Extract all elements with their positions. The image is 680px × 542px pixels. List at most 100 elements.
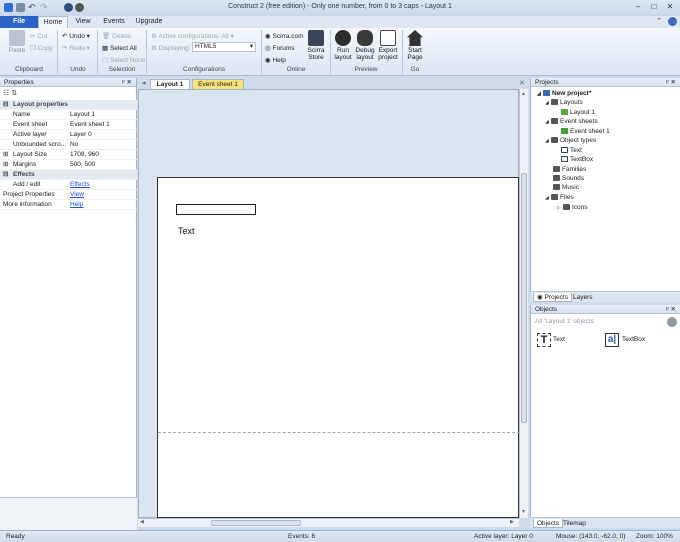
- debug-layout-button[interactable]: Debug layout: [354, 30, 376, 61]
- help-link[interactable]: Help: [70, 200, 83, 210]
- status-mouse: Mouse: (143.0, -62.0, 0): [556, 533, 626, 540]
- redo-button[interactable]: ↷ Redo ▾: [62, 44, 90, 52]
- prop-row-project-properties: Project Properties View: [0, 190, 137, 200]
- status-ready: Ready: [6, 533, 25, 540]
- event-sheet-icon: [561, 128, 568, 135]
- status-bar: Ready Events: 6 Active layer: Layer 0 Mo…: [0, 530, 680, 542]
- prop-row-active-layer[interactable]: Active layer Layer 0: [0, 130, 137, 140]
- textbox-object[interactable]: [176, 204, 256, 215]
- tree-icons-folder[interactable]: ▷ Icons: [557, 203, 588, 213]
- tab-layout-1[interactable]: Layout 1: [150, 79, 190, 89]
- prop-row-unbounded-scrolling[interactable]: Unbounded scro... No: [0, 140, 137, 150]
- prop-row-layout-size[interactable]: ⊞ Layout Size 1708, 960: [0, 150, 137, 160]
- tab-file[interactable]: File: [0, 16, 38, 28]
- vertical-scrollbar[interactable]: ▲ ▼: [519, 89, 528, 518]
- close-icon[interactable]: ✕: [664, 2, 676, 12]
- horizontal-scroll-thumb[interactable]: [211, 520, 301, 526]
- maximize-icon[interactable]: □: [648, 2, 660, 12]
- displaying-select[interactable]: HTML5 ▾: [192, 42, 256, 52]
- tree-layout-1[interactable]: Layout 1: [561, 108, 595, 117]
- vertical-scroll-thumb[interactable]: [521, 173, 527, 423]
- effects-section[interactable]: ⊟ Effects: [0, 170, 137, 180]
- ribbon-separator: [57, 30, 58, 74]
- view-link[interactable]: View: [70, 190, 84, 200]
- delete-button[interactable]: 🗑 Delete: [102, 32, 131, 40]
- group-clipboard-label: Clipboard: [15, 66, 43, 73]
- tree-event-sheet-1[interactable]: Event sheet 1: [561, 127, 610, 136]
- effects-link[interactable]: Effects: [70, 180, 90, 190]
- group-selection-label: Selection: [108, 66, 136, 73]
- select-none-button[interactable]: ▢ Select None: [102, 56, 145, 64]
- home-icon: [407, 30, 423, 46]
- start-page-button[interactable]: Start Page: [405, 30, 425, 61]
- ribbon-separator: [261, 30, 262, 74]
- horizontal-scrollbar[interactable]: ◀ ▶: [138, 518, 519, 527]
- tree-files-folder[interactable]: ◢ Files: [545, 193, 574, 203]
- forums-button[interactable]: ◎ Forums: [265, 44, 295, 52]
- layout-properties-section[interactable]: ⊟ Layout properties: [0, 100, 137, 110]
- tree-object-textbox[interactable]: TextBox: [561, 155, 593, 164]
- text-object-icon[interactable]: T: [537, 333, 551, 347]
- tree-sounds-folder[interactable]: Sounds: [553, 174, 584, 183]
- status-events: Events: 6: [288, 533, 316, 540]
- tab-events[interactable]: Events: [98, 16, 130, 28]
- cut-button[interactable]: ✂ Cut: [30, 32, 47, 40]
- tab-scroll-left-icon[interactable]: ◂: [142, 79, 146, 87]
- bug-icon: [357, 30, 373, 46]
- tab-home[interactable]: Home: [38, 16, 68, 28]
- tab-upgrade[interactable]: Upgrade: [132, 16, 166, 28]
- folder-icon: [551, 137, 558, 144]
- active-configurations-dropdown[interactable]: ⚙ Active configurations: All ▾: [151, 32, 234, 40]
- tree-object-text[interactable]: Text: [561, 146, 582, 155]
- properties-header: Properties ᵖ ✕: [0, 78, 136, 87]
- tab-objects[interactable]: Objects: [533, 519, 564, 528]
- tree-music-folder[interactable]: Music: [553, 183, 579, 192]
- prop-row-margins[interactable]: ⊞ Margins 500, 500: [0, 160, 137, 170]
- scirra-link-button[interactable]: ◉ Scirra.com: [265, 32, 304, 40]
- sort-categorized-icon[interactable]: ☷ ⇅: [3, 89, 17, 97]
- text-object[interactable]: Text: [178, 226, 195, 236]
- prop-row-effects: Add / edit Effects: [0, 180, 137, 190]
- tab-event-sheet-1[interactable]: Event sheet 1: [192, 79, 244, 89]
- tree-object-types-folder[interactable]: ◢ Object types: [545, 136, 596, 146]
- group-configurations-label: Configurations: [183, 66, 225, 73]
- select-all-button[interactable]: ▦ Select All: [102, 44, 137, 52]
- textbox-object-icon[interactable]: a|: [605, 333, 619, 347]
- help-round-icon[interactable]: [668, 17, 677, 26]
- prop-row-name[interactable]: Name Layout 1: [0, 110, 137, 120]
- paste-button[interactable]: Paste: [6, 30, 28, 54]
- prop-row-event-sheet[interactable]: Event sheet Event sheet 1: [0, 120, 137, 130]
- filter-clear-icon[interactable]: [667, 317, 677, 327]
- objects-filter-input[interactable]: All 'Layout 1' objects: [533, 317, 655, 327]
- object-item-text[interactable]: Text: [553, 336, 565, 343]
- tree-event-sheets-folder[interactable]: ◢ Event sheets: [545, 117, 598, 127]
- collapse-ribbon-icon[interactable]: ⌃: [656, 17, 662, 25]
- group-undo-label: Undo: [70, 66, 86, 73]
- window-boundary-line: [158, 432, 520, 433]
- folder-icon: [553, 175, 560, 182]
- tab-projects[interactable]: ◉ Projects: [533, 293, 572, 302]
- close-tab-icon[interactable]: ✕: [519, 79, 525, 87]
- tree-layouts-folder[interactable]: ◢ Layouts: [545, 98, 583, 108]
- folder-icon: [563, 204, 570, 211]
- undo-button[interactable]: ↶ Undo ▾: [62, 32, 90, 40]
- minimize-icon[interactable]: –: [632, 2, 644, 12]
- ribbon-separator: [330, 30, 331, 74]
- export-project-button[interactable]: Export project: [377, 30, 399, 61]
- tree-families-folder[interactable]: Families: [553, 165, 586, 174]
- object-item-textbox[interactable]: TextBox: [622, 336, 645, 343]
- folder-icon: [551, 118, 558, 125]
- help-button[interactable]: ◉ Help: [265, 56, 286, 64]
- prop-row-more-information: More information Help: [0, 200, 137, 210]
- objects-header: Objects ᵖ ✕: [531, 305, 680, 314]
- property-description-box: [0, 497, 137, 530]
- run-layout-button[interactable]: Run layout: [333, 30, 353, 61]
- tab-layers[interactable]: Layers: [570, 293, 596, 302]
- layout-area[interactable]: Text: [157, 177, 520, 518]
- scirra-store-button[interactable]: Scirra Store: [305, 30, 327, 61]
- tab-view[interactable]: View: [70, 16, 96, 28]
- folder-icon: [553, 166, 560, 173]
- displaying-label: ⚙ Displaying:: [151, 45, 191, 52]
- tab-tilemap[interactable]: Tilemap: [560, 519, 589, 528]
- copy-button[interactable]: ❐ Copy: [30, 44, 53, 52]
